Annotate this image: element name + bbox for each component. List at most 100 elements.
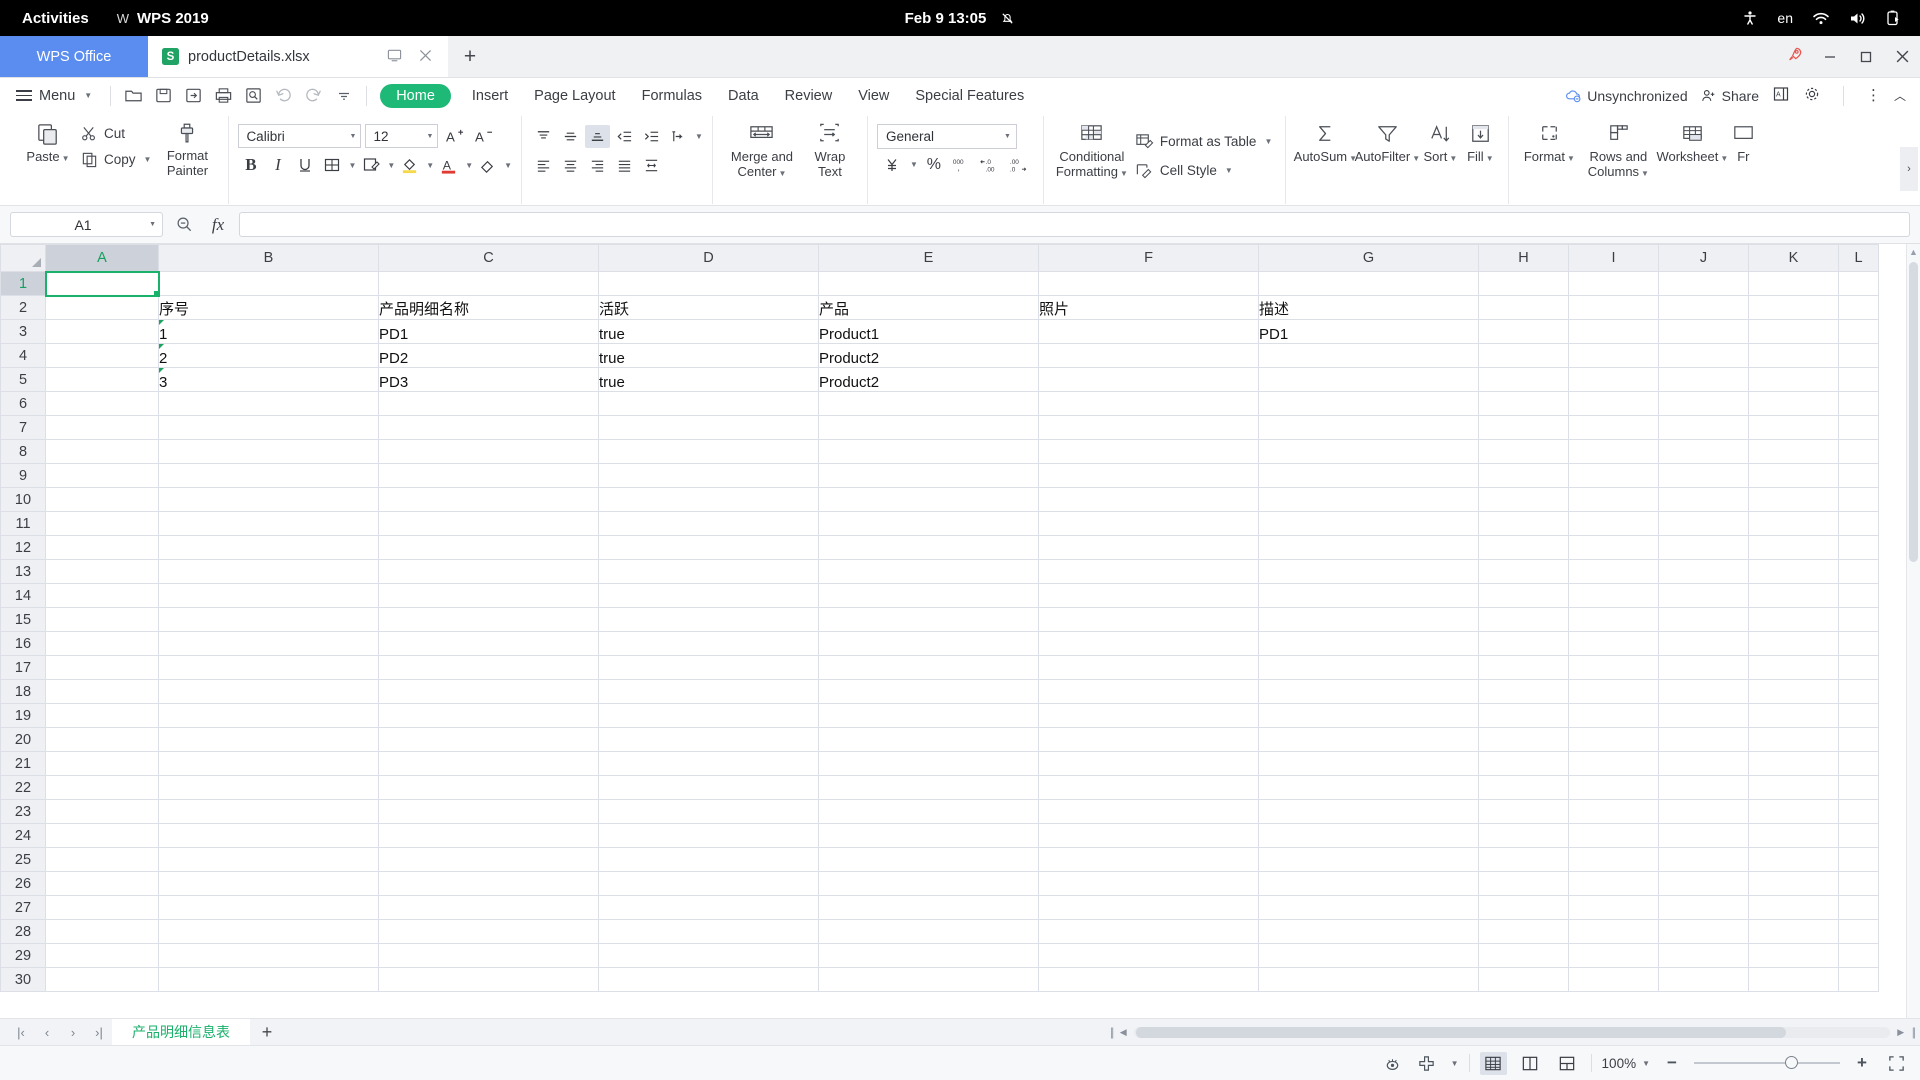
cell-F12[interactable] — [1038, 535, 1259, 560]
zoom-in-button[interactable]: + — [1850, 1051, 1874, 1075]
cell-A17[interactable] — [45, 655, 159, 680]
name-box[interactable]: A1 ▼ — [10, 212, 163, 237]
row-header-10[interactable]: 10 — [0, 487, 46, 512]
cell-J15[interactable] — [1658, 607, 1749, 632]
cell-F15[interactable] — [1038, 607, 1259, 632]
cell-A28[interactable] — [45, 919, 159, 944]
distribute-button[interactable] — [639, 154, 664, 177]
cell-style-button[interactable]: Cell Style ▼ — [1131, 159, 1276, 182]
column-header-b[interactable]: B — [158, 244, 379, 272]
cell-L11[interactable] — [1838, 511, 1879, 536]
tab-review[interactable]: Review — [772, 84, 846, 108]
cell-A30[interactable] — [45, 967, 159, 992]
column-header-c[interactable]: C — [378, 244, 599, 272]
cell-D18[interactable] — [598, 679, 819, 704]
cell-K24[interactable] — [1748, 823, 1839, 848]
cell-C1[interactable] — [378, 271, 599, 296]
cell-J27[interactable] — [1658, 895, 1749, 920]
cell-F26[interactable] — [1038, 871, 1259, 896]
cell-L29[interactable] — [1838, 943, 1879, 968]
cell-D7[interactable] — [598, 415, 819, 440]
cell-J7[interactable] — [1658, 415, 1749, 440]
cell-I26[interactable] — [1568, 871, 1659, 896]
row-header-5[interactable]: 5 — [0, 367, 46, 392]
new-document-tab-button[interactable]: + — [448, 36, 492, 77]
accessibility-icon[interactable] — [1742, 10, 1758, 26]
cell-D20[interactable] — [598, 727, 819, 752]
page-break-preview-button[interactable] — [1517, 1052, 1544, 1075]
increase-decimal-button[interactable]: .0.00 — [979, 153, 1005, 176]
document-tab-productdetails[interactable]: S productDetails.xlsx — [148, 36, 448, 77]
zoom-slider-handle[interactable] — [1784, 1056, 1798, 1069]
cell-L8[interactable] — [1838, 439, 1879, 464]
cell-E16[interactable] — [818, 631, 1039, 656]
clear-format-button[interactable] — [475, 153, 500, 177]
column-header-l[interactable]: L — [1838, 244, 1879, 272]
horizontal-scrollbar[interactable]: || ◀ ▶ || — [1110, 1025, 1920, 1039]
cell-I24[interactable] — [1568, 823, 1659, 848]
cell-D1[interactable] — [598, 271, 819, 296]
cell-A11[interactable] — [45, 511, 159, 536]
cell-D16[interactable] — [598, 631, 819, 656]
page-layout-icon[interactable] — [1415, 1051, 1439, 1075]
cell-L23[interactable] — [1838, 799, 1879, 824]
rows-and-columns-button[interactable]: Rows and Columns ▼ — [1580, 116, 1656, 180]
cell-K17[interactable] — [1748, 655, 1839, 680]
cell-C16[interactable] — [378, 631, 599, 656]
cell-A24[interactable] — [45, 823, 159, 848]
cell-L20[interactable] — [1838, 727, 1879, 752]
chevron-down-icon[interactable]: ▼ — [348, 161, 356, 170]
undo-icon[interactable] — [270, 83, 297, 109]
cell-D21[interactable] — [598, 751, 819, 776]
cell-J22[interactable] — [1658, 775, 1749, 800]
customize-quick-access-icon[interactable] — [330, 83, 357, 109]
cell-B3[interactable]: 1 — [158, 319, 379, 344]
scroll-up-arrow[interactable]: ▲ — [1909, 244, 1918, 260]
collapse-ribbon-icon[interactable]: ︿ — [1894, 87, 1906, 104]
cell-A29[interactable] — [45, 943, 159, 968]
cell-J11[interactable] — [1658, 511, 1749, 536]
row-header-16[interactable]: 16 — [0, 631, 46, 656]
cell-D30[interactable] — [598, 967, 819, 992]
cell-B26[interactable] — [158, 871, 379, 896]
cell-H24[interactable] — [1478, 823, 1569, 848]
cell-E2[interactable]: 产品 — [818, 295, 1039, 320]
cell-L19[interactable] — [1838, 703, 1879, 728]
sheet-tab-active[interactable]: 产品明细信息表 — [112, 1019, 250, 1045]
cell-C2[interactable]: 产品明细名称 — [378, 295, 599, 320]
cell-H16[interactable] — [1478, 631, 1569, 656]
tab-special-features[interactable]: Special Features — [902, 84, 1037, 108]
cell-F7[interactable] — [1038, 415, 1259, 440]
cell-K15[interactable] — [1748, 607, 1839, 632]
cell-J23[interactable] — [1658, 799, 1749, 824]
cell-E19[interactable] — [818, 703, 1039, 728]
cell-F6[interactable] — [1038, 391, 1259, 416]
maximize-window-button[interactable] — [1848, 36, 1884, 77]
cell-D6[interactable] — [598, 391, 819, 416]
cell-H25[interactable] — [1478, 847, 1569, 872]
cell-K18[interactable] — [1748, 679, 1839, 704]
cell-B22[interactable] — [158, 775, 379, 800]
cell-C22[interactable] — [378, 775, 599, 800]
cell-G5[interactable] — [1258, 367, 1479, 392]
cell-C30[interactable] — [378, 967, 599, 992]
cell-L17[interactable] — [1838, 655, 1879, 680]
cell-J8[interactable] — [1658, 439, 1749, 464]
worksheet-button[interactable]: Worksheet ▼ — [1656, 116, 1728, 165]
cell-I10[interactable] — [1568, 487, 1659, 512]
last-sheet-icon[interactable]: ›| — [86, 1019, 112, 1045]
cell-L7[interactable] — [1838, 415, 1879, 440]
fill-color-button[interactable] — [397, 153, 422, 177]
cell-F10[interactable] — [1038, 487, 1259, 512]
chevron-down-icon[interactable]: ▼ — [426, 161, 434, 170]
cell-E10[interactable] — [818, 487, 1039, 512]
cell-D10[interactable] — [598, 487, 819, 512]
wrap-text-button[interactable]: Wrap Text — [802, 116, 858, 180]
cell-A22[interactable] — [45, 775, 159, 800]
cell-B20[interactable] — [158, 727, 379, 752]
cell-C27[interactable] — [378, 895, 599, 920]
cell-F30[interactable] — [1038, 967, 1259, 992]
cell-E30[interactable] — [818, 967, 1039, 992]
normal-view-button[interactable] — [1479, 1051, 1507, 1075]
cell-B19[interactable] — [158, 703, 379, 728]
